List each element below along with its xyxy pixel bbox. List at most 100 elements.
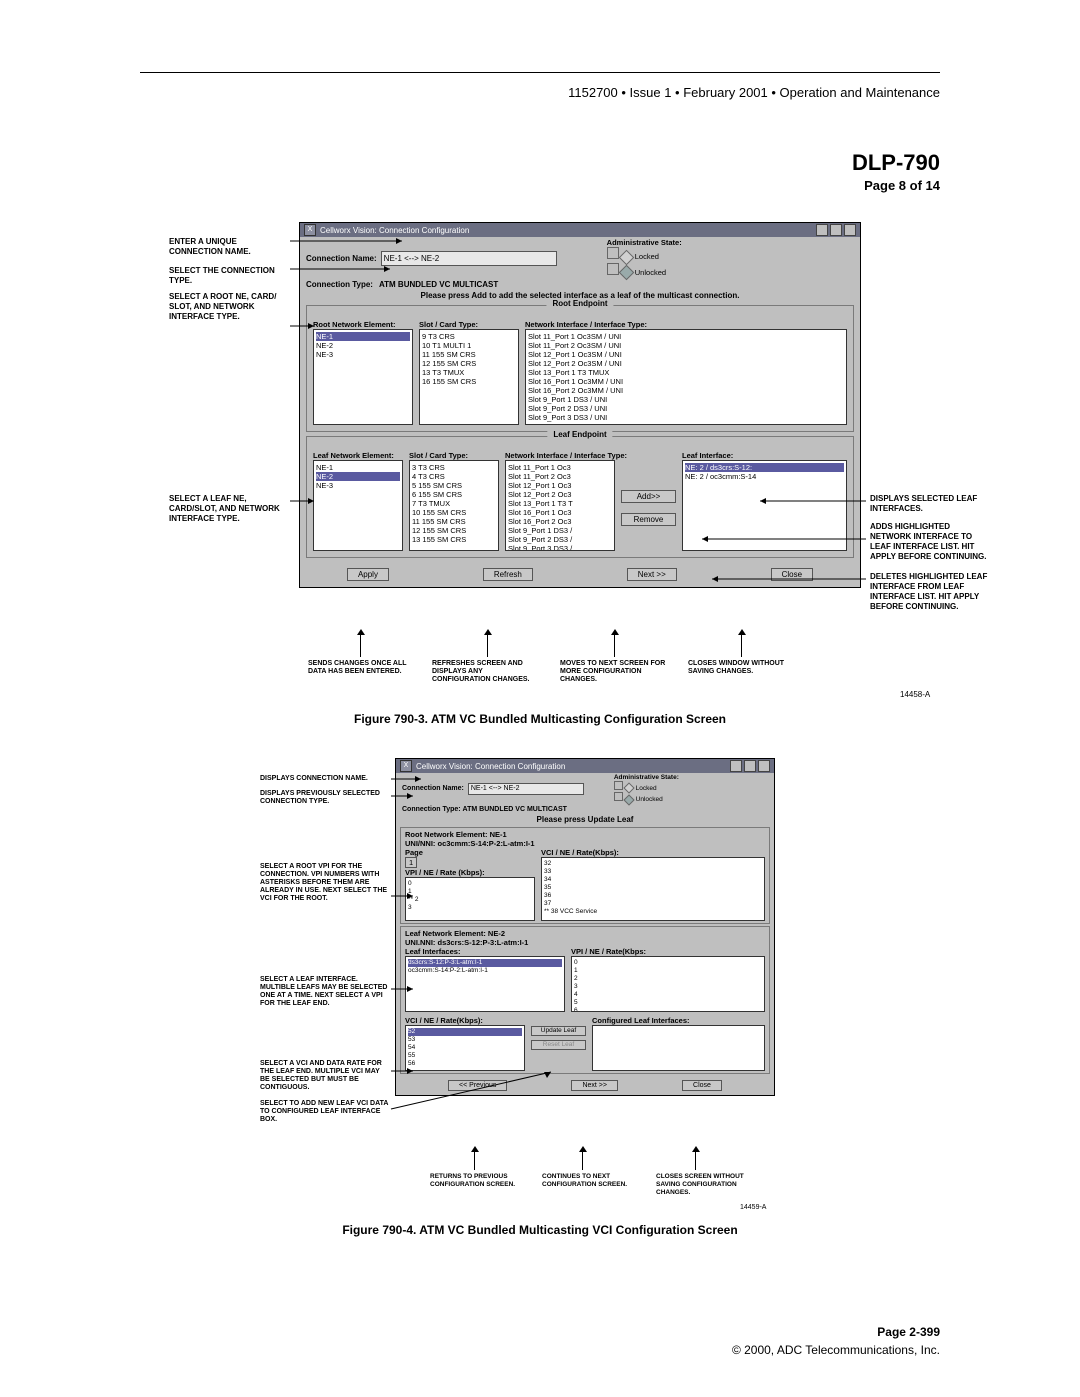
list-item[interactable]: NE: 2 / ds3crs:S-12: (685, 463, 844, 472)
list-item[interactable]: NE-1 (316, 332, 410, 341)
radio-locked[interactable]: Locked (607, 247, 682, 263)
list-item[interactable]: 0 (574, 959, 762, 967)
add-button[interactable]: Add>> (621, 490, 676, 503)
list-item[interactable]: NE-1 (316, 463, 400, 472)
radio-unlocked[interactable]: Unlocked (607, 263, 682, 279)
list-item[interactable]: NE-2 (316, 341, 410, 350)
titlebar-buttons[interactable] (816, 224, 856, 236)
list-item[interactable]: oc3cmm:S-14:P-2:L-atm:I-1 (408, 967, 562, 975)
list-item[interactable]: 3 (574, 983, 762, 991)
list-item[interactable]: 10 T1 MULTI 1 (422, 341, 516, 350)
vci-root-list[interactable]: 323334353637** 38 VCC Service (541, 857, 765, 921)
list-item[interactable]: 55 (408, 1052, 522, 1060)
list-item[interactable]: 56 (408, 1060, 522, 1068)
close-icon[interactable]: X (304, 224, 316, 236)
list-item[interactable]: Slot 9_Port 3 DS3 / (508, 544, 612, 551)
list-item[interactable]: 53 (408, 1036, 522, 1044)
list-item[interactable]: Slot 16_Port 1 Oc3MM / UNI (528, 377, 844, 386)
list-item[interactable]: NE-3 (316, 350, 410, 359)
titlebar-buttons[interactable] (730, 760, 770, 772)
root-nif-list[interactable]: Slot 11_Port 1 Oc3SM / UNISlot 11_Port 2… (525, 329, 847, 425)
list-item[interactable]: Slot 9_Port 2 DS3 / UNI (528, 404, 844, 413)
root-slot-list[interactable]: 9 T3 CRS10 T1 MULTI 111 155 SM CRS12 155… (419, 329, 519, 425)
list-item[interactable]: Slot 9_Port 3 DS3 / UNI (528, 413, 844, 422)
list-item[interactable]: Slot 9_Port 2 DS3 / (508, 535, 612, 544)
list-item[interactable]: 3 T3 CRS (412, 463, 496, 472)
cfg-leaf-list[interactable] (592, 1025, 765, 1071)
list-item[interactable]: Slot 13_Port 1 T3 T (508, 499, 612, 508)
list-item[interactable]: Slot 13_Port 1 T3 TMUX (528, 368, 844, 377)
list-item[interactable]: Slot 9_Port 1 DS3 / UNI (528, 395, 844, 404)
reset-leaf-button[interactable]: Reset Leaf (531, 1040, 586, 1050)
list-item[interactable]: NE: 2 / oc3cmm:S-14 (685, 472, 844, 481)
list-item[interactable]: NE-2 (316, 472, 400, 481)
list-item[interactable]: ds3crs:S-12:P-3:L-atm:I-1 (408, 959, 562, 967)
list-item[interactable]: 33 (544, 868, 762, 876)
update-leaf-button[interactable]: Update Leaf (531, 1026, 586, 1036)
conn-name-field2[interactable]: NE-1 <--> NE-2 (468, 783, 584, 795)
list-item[interactable]: 4 (574, 991, 762, 999)
list-item[interactable]: 13 155 SM CRS (412, 535, 496, 544)
list-item[interactable]: 35 (544, 884, 762, 892)
list-item[interactable]: Slot 11_Port 1 Oc3 (508, 463, 612, 472)
list-item[interactable]: Slot 11_Port 2 Oc3 (508, 472, 612, 481)
list-item[interactable]: 36 (544, 892, 762, 900)
refresh-button[interactable]: Refresh (483, 568, 533, 581)
list-item[interactable]: 10 155 SM CRS (412, 508, 496, 517)
list-item[interactable]: Slot 11_Port 1 Oc3SM / UNI (528, 332, 844, 341)
list-item[interactable]: Slot 16_Port 1 Oc3 (508, 508, 612, 517)
list-item[interactable]: 2 (574, 975, 762, 983)
list-item[interactable]: 9 T3 CRS (422, 332, 516, 341)
list-item[interactable]: Slot 16_Port 2 Oc3 (508, 517, 612, 526)
list-item[interactable]: Slot 16_Port 2 Oc3MM / UNI (528, 386, 844, 395)
list-item[interactable]: 32 (544, 860, 762, 868)
close-icon[interactable]: X (400, 760, 412, 772)
list-item[interactable]: 37 (544, 900, 762, 908)
list-item[interactable]: Slot 11_Port 2 Oc3SM / UNI (528, 341, 844, 350)
next-button[interactable]: Next >> (627, 568, 677, 581)
list-item[interactable]: NE-3 (316, 481, 400, 490)
list-item[interactable]: 16 155 SM CRS (422, 377, 516, 386)
apply-button[interactable]: Apply (347, 568, 389, 581)
list-item[interactable]: 5 155 SM CRS (412, 481, 496, 490)
close-button2[interactable]: Close (682, 1080, 722, 1091)
list-item[interactable]: 0 (408, 880, 532, 888)
list-item[interactable]: 5 (574, 999, 762, 1007)
vci-list[interactable]: 5253545556 (405, 1025, 525, 1071)
conn-name-field[interactable]: NE-1 <--> NE-2 (381, 251, 557, 266)
leaf-nif-list[interactable]: Slot 11_Port 1 Oc3Slot 11_Port 2 Oc3Slot… (505, 460, 615, 551)
next-button2[interactable]: Next >> (571, 1080, 618, 1091)
list-item[interactable]: 12 155 SM CRS (422, 359, 516, 368)
list-item[interactable]: Slot 12_Port 2 Oc3SM / UNI (528, 359, 844, 368)
list-item[interactable]: 1 (574, 967, 762, 975)
list-item[interactable]: 7 T3 TMUX (412, 499, 496, 508)
list-item[interactable]: Slot 12_Port 2 Oc3 (508, 490, 612, 499)
page-dropdown[interactable]: 1 (405, 857, 417, 868)
list-item[interactable]: 12 155 SM CRS (412, 526, 496, 535)
list-item[interactable]: Slot 12_Port 1 Oc3 (508, 481, 612, 490)
list-item[interactable]: 6 155 SM CRS (412, 490, 496, 499)
list-item[interactable]: 13 T3 TMUX (422, 368, 516, 377)
list-item[interactable]: 6 (574, 1007, 762, 1012)
list-item[interactable]: 34 (544, 876, 762, 884)
vpi-root-list[interactable]: 01** 23 (405, 877, 535, 921)
radio-locked2[interactable]: Locked (614, 781, 679, 792)
list-item[interactable]: ** 2 (408, 896, 532, 904)
leaf-slot-list[interactable]: 3 T3 CRS4 T3 CRS5 155 SM CRS6 155 SM CRS… (409, 460, 499, 551)
list-item[interactable]: 52 (408, 1028, 522, 1036)
list-item[interactable]: Slot 9_Port 1 DS3 / (508, 526, 612, 535)
radio-unlocked2[interactable]: Unlocked (614, 792, 679, 803)
list-item[interactable]: 4 T3 CRS (412, 472, 496, 481)
list-item[interactable]: 11 155 SM CRS (412, 517, 496, 526)
leaf-ne-list[interactable]: NE-1NE-2NE-3 (313, 460, 403, 551)
leaf-vpi-list[interactable]: 0123456 (571, 956, 765, 1012)
list-item[interactable]: 3 (408, 904, 532, 912)
list-item[interactable]: 54 (408, 1044, 522, 1052)
list-item[interactable]: 1 (408, 888, 532, 896)
leaf-if-list2[interactable]: ds3crs:S-12:P-3:L-atm:I-1oc3cmm:S-14:P-2… (405, 956, 565, 1012)
root-ne-list[interactable]: NE-1NE-2NE-3 (313, 329, 413, 425)
remove-button[interactable]: Remove (621, 513, 676, 526)
list-item[interactable]: 11 155 SM CRS (422, 350, 516, 359)
list-item[interactable]: Slot 12_Port 1 Oc3SM / UNI (528, 350, 844, 359)
list-item[interactable]: ** 38 VCC Service (544, 908, 762, 916)
